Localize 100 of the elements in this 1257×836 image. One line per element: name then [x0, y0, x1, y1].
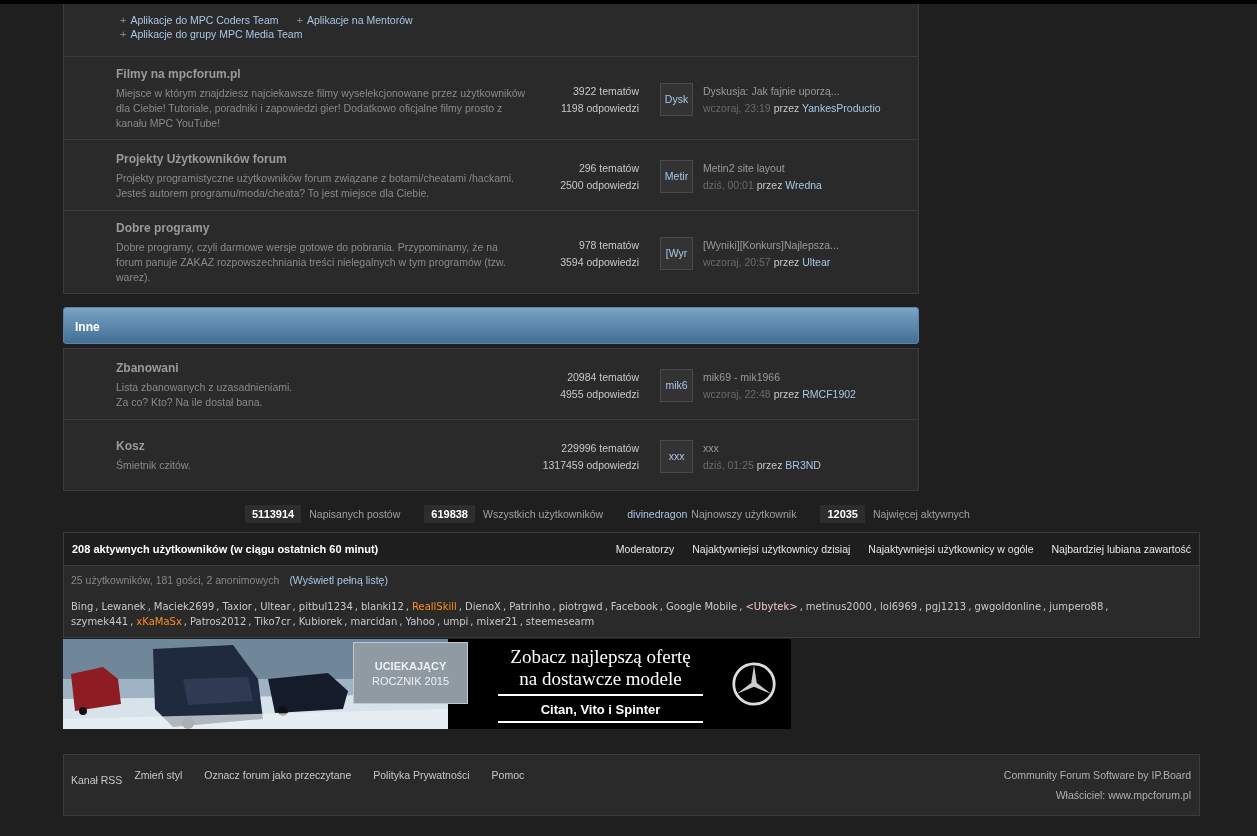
- last-post-user[interactable]: RMCF1902: [802, 387, 856, 400]
- last-post-title[interactable]: [Wyniki][Konkurs]Najlepsza...: [703, 238, 839, 251]
- separator: ,: [436, 615, 441, 629]
- online-user-link[interactable]: DienoX: [465, 600, 502, 614]
- online-user-link[interactable]: mixer21: [476, 615, 519, 629]
- last-post-time: dziś, 01:25: [703, 458, 754, 471]
- online-user-link[interactable]: lol6969: [880, 600, 919, 614]
- forum-title[interactable]: Filmy na mpcforum.pl: [116, 67, 526, 81]
- last-post-title[interactable]: mik69 - mik1966: [703, 370, 856, 383]
- online-user-link[interactable]: Patros2012: [190, 615, 248, 629]
- online-users-title: 208 aktywnych użytkowników (w ciągu ostatnich 60 minut): [72, 543, 379, 555]
- online-summary: 25 użytkowników, 181 gości, 2 anonimowych: [71, 574, 280, 586]
- software-credit-link[interactable]: Community Forum Software by IP.Board: [1003, 769, 1191, 781]
- last-post-title[interactable]: Metin2 site layout: [703, 161, 822, 174]
- online-user-link[interactable]: jumpero88: [1049, 600, 1105, 614]
- online-tab-link[interactable]: Najbardziej lubiana zawartość: [1051, 543, 1191, 555]
- footer-link[interactable]: Oznacz forum jako przeczytane: [204, 769, 352, 781]
- online-user-link[interactable]: blanki12: [360, 600, 405, 614]
- online-tab-link[interactable]: Najaktywniejsi użytkownicy w ogóle: [868, 543, 1034, 555]
- online-user-link[interactable]: piotrgwd: [558, 600, 604, 614]
- last-post-title[interactable]: Dyskusja: Jak fajnie uporzą...: [703, 84, 881, 97]
- stat-label: Najnowszy użytkownik: [691, 508, 797, 520]
- online-user-link[interactable]: Google Mobile: [666, 600, 739, 614]
- online-user-link[interactable]: ReallSkill: [412, 600, 458, 614]
- separator: ,: [292, 615, 296, 629]
- online-user-link[interactable]: Bing: [71, 600, 95, 614]
- online-user-link[interactable]: Tiko7cr: [254, 615, 292, 629]
- last-post-user[interactable]: Ultear: [802, 255, 831, 268]
- topic-count: 229996 tematów: [561, 441, 639, 454]
- online-user-link[interactable]: gwgoldonline: [974, 600, 1043, 614]
- full-list-link[interactable]: (Wyświetl pełną listę): [289, 574, 388, 586]
- topic-thumbnail[interactable]: mik6: [660, 368, 693, 402]
- last-post-user[interactable]: BR3ND: [785, 458, 821, 471]
- separator: ,: [873, 600, 877, 614]
- last-post-time: dziś, 00:01: [703, 178, 754, 191]
- online-user-link[interactable]: Kubiorek: [298, 615, 344, 629]
- forum-title[interactable]: Kosz: [116, 439, 526, 453]
- last-post-user[interactable]: YankesProductio: [802, 101, 881, 114]
- last-post-user[interactable]: Wredna: [785, 178, 822, 191]
- online-user-link[interactable]: steemesearm: [525, 615, 596, 629]
- forum-title[interactable]: Projekty Użytkowników forum: [116, 151, 526, 166]
- online-user-link[interactable]: marcidan: [350, 615, 399, 629]
- separator: ,: [799, 600, 803, 614]
- online-user-link[interactable]: Ultear: [260, 600, 292, 614]
- separator: ,: [739, 600, 743, 614]
- topic-thumbnail[interactable]: Dysk: [660, 82, 693, 116]
- banner-badge: UCIEKAJĄCY ROCZNIK 2015: [353, 642, 468, 704]
- online-tab-link[interactable]: Najaktywniejsi użytkownicy dzisiaj: [692, 543, 851, 555]
- newest-user-link[interactable]: divinedragon: [627, 508, 688, 520]
- online-user-link[interactable]: umpi: [443, 615, 470, 629]
- by-label: przez: [773, 101, 800, 114]
- footer-link[interactable]: Kanał RSS: [71, 774, 123, 786]
- by-label: przez: [756, 458, 783, 471]
- footer-link[interactable]: Zmień styl: [134, 769, 183, 781]
- separator: ,: [130, 615, 134, 629]
- topic-count: 978 tematów: [578, 238, 639, 251]
- topic-thumbnail[interactable]: xxx: [660, 439, 693, 473]
- online-user-link[interactable]: Yahoo: [405, 615, 436, 629]
- online-user-link[interactable]: Maciek2699: [153, 600, 216, 614]
- forum-description: Dobre programy, czyli darmowe wersje gotowe do pobrania. Przypominamy, że na forum panuje ZAKAZ rozpowszechniania treści nielegalnych w tym programów (tzw. warez).: [116, 240, 507, 285]
- online-tab-link[interactable]: Moderatorzy: [615, 543, 675, 555]
- online-user-link[interactable]: metinus2000: [805, 600, 873, 614]
- online-user-link[interactable]: Taxior: [222, 600, 253, 614]
- separator: ,: [254, 600, 258, 614]
- online-user-link[interactable]: Facebook: [610, 600, 659, 614]
- separator: ,: [95, 600, 99, 614]
- online-user-link[interactable]: Lewanek: [101, 600, 147, 614]
- online-user-link[interactable]: Patrinho: [509, 600, 552, 614]
- last-post-title[interactable]: xxx: [703, 441, 821, 454]
- separator: ,: [1105, 600, 1109, 614]
- reply-count: 1198 odpowiedzi: [560, 101, 639, 114]
- footer-link[interactable]: Pomoc: [491, 769, 525, 781]
- ad-banner[interactable]: UCIEKAJĄCY ROCZNIK 2015 Zobacz najlepszą ofertę na dostawcze modele Citan, Vito i Spinter: [63, 639, 791, 729]
- reply-count: 3594 odpowiedzi: [560, 255, 639, 268]
- topic-thumbnail[interactable]: [Wyr: [660, 236, 693, 270]
- separator: ,: [659, 600, 663, 614]
- forum-description: Lista zbanowanych z uzasadnieniami. Za co? Kto? Na ile dostał bana.: [116, 379, 294, 410]
- online-user-link[interactable]: szymek441: [71, 615, 130, 629]
- last-post-time: wczoraj, 23:19: [703, 101, 771, 114]
- subforum-link[interactable]: Aplikacje do MPC Coders Team: [130, 14, 279, 26]
- separator: ,: [919, 600, 923, 614]
- online-user-link[interactable]: <Ubytek>: [745, 600, 799, 614]
- online-user-link[interactable]: xKaMaSx: [136, 615, 183, 629]
- reply-count: 4955 odpowiedzi: [560, 387, 639, 400]
- forum-description: Projekty programistyczne użytkowników forum związane z botami/cheatami /hackami. Jesteś autorem programu/moda/cheata? To jest miejsce dla Ciebie.: [116, 170, 515, 201]
- footer-link[interactable]: Polityka Prywatności: [373, 769, 470, 781]
- forum-title[interactable]: Dobre programy: [116, 221, 526, 235]
- forum-title[interactable]: Zbanowani: [116, 360, 526, 375]
- last-post-time: wczoraj, 20:57: [703, 255, 771, 268]
- topic-count: 3922 tematów: [573, 84, 639, 97]
- banner-models: Citan, Vito i Spinter: [498, 695, 703, 723]
- online-user-link[interactable]: pitbul1234: [298, 600, 354, 614]
- subforum-link[interactable]: Aplikacje do grupy MPC Media Team: [130, 28, 303, 40]
- separator: ,: [968, 600, 972, 614]
- subforum-link[interactable]: Aplikacje na Mentorów: [306, 14, 413, 26]
- online-user-link[interactable]: pgj1213: [925, 600, 968, 614]
- separator: ,: [519, 615, 523, 629]
- owner-text: Właściciel: www.mpcforum.pl: [1055, 789, 1191, 801]
- topic-thumbnail[interactable]: Metir: [660, 159, 693, 193]
- last-post-time: wczoraj, 22:48: [703, 387, 771, 400]
